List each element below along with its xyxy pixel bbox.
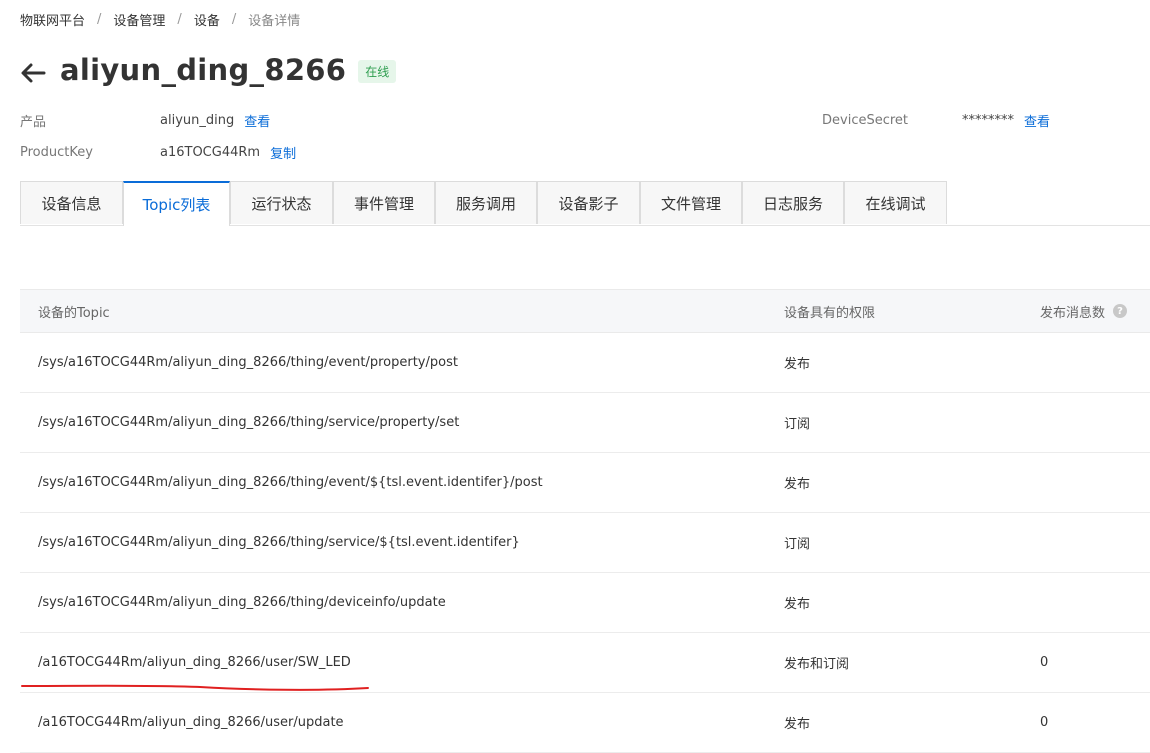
productkey-value: a16TOCG44Rm (160, 144, 261, 160)
header-message-count: 发布消息数 (1040, 305, 1106, 321)
breadcrumb-separator: / (177, 11, 182, 27)
table-row: /sys/a16TOCG44Rm/aliyun_ding_8266/thing/… (20, 453, 1150, 513)
breadcrumb-devices[interactable]: 设备 (194, 10, 220, 29)
tab-online-debug[interactable]: 在线调试 (844, 181, 947, 224)
breadcrumb: 物联网平台 / 设备管理 / 设备 / 设备详情 (20, 10, 301, 29)
table-row: /sys/a16TOCG44Rm/aliyun_ding_8266/thing/… (20, 513, 1150, 573)
breadcrumb-device-detail: 设备详情 (248, 13, 301, 29)
table-header: 设备的Topic 设备具有的权限 发布消息数 ? (20, 289, 1150, 333)
permission-cell: 订阅 (784, 537, 811, 552)
count-cell: 0 (1040, 655, 1049, 670)
tab-log-service[interactable]: 日志服务 (742, 181, 844, 224)
device-secret-label: DeviceSecret (822, 112, 909, 128)
table-row: /sys/a16TOCG44Rm/aliyun_ding_8266/thing/… (20, 573, 1150, 633)
device-secret-value: ******** (962, 112, 1014, 128)
header-message-count-cell: 发布消息数 ? (1040, 290, 1128, 332)
count-cell: 0 (1040, 715, 1049, 730)
header-permission: 设备具有的权限 (784, 305, 876, 321)
breadcrumb-iot-platform[interactable]: 物联网平台 (20, 10, 85, 29)
permission-cell: 发布 (784, 477, 811, 492)
question-circle-icon[interactable]: ? (1113, 304, 1128, 318)
permission-cell: 发布 (784, 597, 811, 612)
product-value: aliyun_ding (160, 112, 235, 128)
table-row: /sys/a16TOCG44Rm/aliyun_ding_8266/thing/… (20, 393, 1150, 453)
info-product-value-cell: aliyun_ding 查看 (160, 111, 270, 130)
breadcrumb-device-management[interactable]: 设备管理 (113, 10, 165, 29)
topic-table: 设备的Topic 设备具有的权限 发布消息数 ? /sys/a16TOCG44R… (20, 289, 1150, 753)
device-detail-page: 物联网平台 / 设备管理 / 设备 / 设备详情 aliyun_ding_826… (0, 0, 1150, 753)
table-row: /sys/a16TOCG44Rm/aliyun_ding_8266/thing/… (20, 333, 1150, 393)
tab-event-management[interactable]: 事件管理 (333, 181, 435, 224)
table-row: /a16TOCG44Rm/aliyun_ding_8266/user/SW_LE… (20, 633, 1150, 693)
permission-cell: 发布 (784, 717, 811, 732)
topic-cell: /sys/a16TOCG44Rm/aliyun_ding_8266/thing/… (38, 595, 446, 610)
tab-topic-list[interactable]: Topic列表 (123, 181, 230, 226)
info-product-label-cell: 产品 (20, 111, 47, 130)
topic-cell: /sys/a16TOCG44Rm/aliyun_ding_8266/thing/… (38, 355, 458, 370)
permission-cell: 发布 (784, 357, 811, 372)
info-secret-value-cell: ******** 查看 (962, 111, 1050, 130)
topic-cell: /sys/a16TOCG44Rm/aliyun_ding_8266/thing/… (38, 475, 543, 490)
breadcrumb-separator: / (231, 11, 237, 27)
tab-device-info[interactable]: 设备信息 (20, 181, 123, 224)
page-title: aliyun_ding_8266 (60, 53, 347, 87)
view-secret-link[interactable]: 查看 (1024, 111, 1050, 130)
info-productkey-value-cell: a16TOCG44Rm 复制 (160, 143, 296, 162)
copy-productkey-link[interactable]: 复制 (270, 143, 296, 162)
product-label: 产品 (20, 114, 47, 130)
topic-cell: /sys/a16TOCG44Rm/aliyun_ding_8266/thing/… (38, 535, 520, 550)
tab-run-status[interactable]: 运行状态 (230, 181, 333, 224)
tab-bar: 设备信息 Topic列表 运行状态 事件管理 服务调用 设备影子 文件管理 日志… (20, 181, 1150, 226)
info-productkey-label-cell: ProductKey (20, 143, 93, 161)
page-title-row: aliyun_ding_8266 在线 (18, 50, 397, 90)
info-secret-label-cell: DeviceSecret (822, 111, 908, 129)
breadcrumb-separator: / (97, 11, 102, 27)
productkey-label: ProductKey (20, 144, 93, 160)
status-badge: 在线 (358, 59, 397, 83)
topic-cell: /a16TOCG44Rm/aliyun_ding_8266/user/updat… (38, 715, 344, 730)
tab-file-management[interactable]: 文件管理 (640, 181, 742, 224)
tab-service-call[interactable]: 服务调用 (435, 181, 537, 224)
header-topic: 设备的Topic (38, 305, 110, 321)
permission-cell: 发布和订阅 (784, 657, 850, 672)
arrow-left-icon[interactable] (18, 58, 48, 88)
topic-cell: /sys/a16TOCG44Rm/aliyun_ding_8266/thing/… (38, 415, 460, 430)
table-row: /a16TOCG44Rm/aliyun_ding_8266/user/updat… (20, 693, 1150, 753)
topic-cell: /a16TOCG44Rm/aliyun_ding_8266/user/SW_LE… (38, 655, 351, 670)
view-product-link[interactable]: 查看 (244, 111, 270, 130)
permission-cell: 订阅 (784, 417, 811, 432)
tab-device-shadow[interactable]: 设备影子 (537, 181, 640, 224)
